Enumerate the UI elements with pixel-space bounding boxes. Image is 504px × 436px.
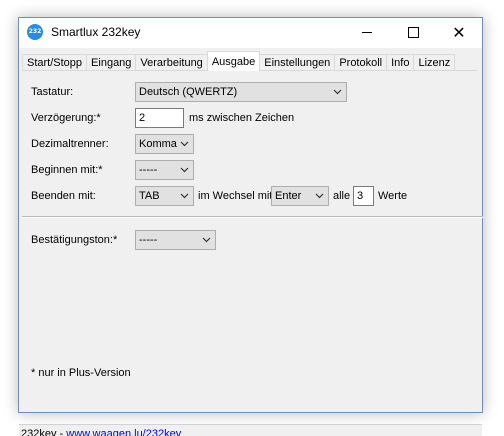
minimize-button[interactable]: [344, 18, 390, 47]
close-button[interactable]: ✕: [436, 18, 482, 47]
verzoegerung-label: Verzögerung:*: [31, 112, 101, 124]
beenden-label: Beenden mit:: [31, 190, 96, 202]
client-area: Start/Stopp Eingang Verarbeitung Ausgabe…: [19, 48, 483, 436]
dezimal-label: Dezimaltrenner:: [31, 138, 109, 150]
verzoegerung-suffix: ms zwischen Zeichen: [189, 112, 295, 124]
app-icon: 232 key: [27, 24, 43, 51]
tab-lizenz[interactable]: Lizenz: [413, 54, 456, 71]
ausgabe-panel: Tastatur: Deutsch (QWERTZ) Verzögerung:*…: [22, 70, 483, 381]
beenden-select[interactable]: TAB: [135, 186, 194, 206]
chevron-down-icon: [180, 141, 189, 147]
chevron-down-icon: [180, 193, 189, 199]
dezimal-value: Komma: [139, 138, 177, 150]
plus-version-note: * nur in Plus-Version: [31, 367, 131, 379]
beginnen-select[interactable]: -----: [135, 160, 194, 180]
tastatur-select[interactable]: Deutsch (QWERTZ): [135, 82, 347, 102]
status-prefix: 232key -: [21, 427, 67, 436]
bestaetigung-label: Bestätigungston:*: [31, 234, 118, 246]
verzoegerung-input[interactable]: 2: [135, 108, 184, 128]
beginnen-value: -----: [139, 164, 158, 176]
wechsel-label: im Wechsel mit: [198, 190, 273, 202]
tab-protokoll[interactable]: Protokoll: [334, 54, 388, 71]
tab-info[interactable]: Info: [386, 54, 415, 71]
tastatur-value: Deutsch (QWERTZ): [139, 86, 238, 98]
alle-label: alle: [333, 190, 351, 202]
maximize-icon: [407, 27, 419, 38]
window-title: Smartlux 232key: [51, 25, 141, 39]
beginnen-label: Beginnen mit:*: [31, 164, 103, 176]
app-window: 232 key Smartlux 232key ✕ Start/Stopp Ei…: [18, 17, 483, 436]
tab-ausgabe[interactable]: Ausgabe: [206, 51, 261, 71]
website-link[interactable]: www.waagen.lu/232key: [66, 428, 181, 436]
bestaetigung-value: -----: [139, 234, 158, 246]
wechsel-select[interactable]: Enter: [271, 186, 329, 206]
chevron-down-icon: [180, 167, 189, 173]
separator-highlight: [22, 217, 483, 218]
tab-eingang[interactable]: Eingang: [86, 54, 137, 71]
wechsel-value: Enter: [275, 190, 302, 202]
minimize-icon: [362, 32, 372, 33]
tab-verarbeitung[interactable]: Verarbeitung: [135, 54, 208, 71]
werte-label: Werte: [378, 190, 408, 202]
tab-strip: Start/Stopp Eingang Verarbeitung Ausgabe…: [22, 51, 456, 71]
status-bar: 232key - www.waagen.lu/232key: [19, 424, 482, 436]
close-icon: ✕: [452, 22, 466, 42]
maximize-button[interactable]: [390, 18, 436, 47]
chevron-down-icon: [202, 237, 211, 243]
beenden-value: TAB: [139, 190, 160, 202]
alle-input[interactable]: 3: [353, 186, 374, 206]
dezimal-select[interactable]: Komma: [135, 134, 194, 154]
tab-einstellungen[interactable]: Einstellungen: [259, 54, 336, 71]
tab-start-stopp[interactable]: Start/Stopp: [22, 54, 88, 71]
chevron-down-icon: [315, 193, 324, 199]
title-bar[interactable]: 232 key Smartlux 232key ✕: [19, 18, 482, 51]
tastatur-label: Tastatur:: [31, 86, 74, 98]
bestaetigung-select[interactable]: -----: [135, 230, 216, 250]
chevron-down-icon: [333, 89, 342, 95]
